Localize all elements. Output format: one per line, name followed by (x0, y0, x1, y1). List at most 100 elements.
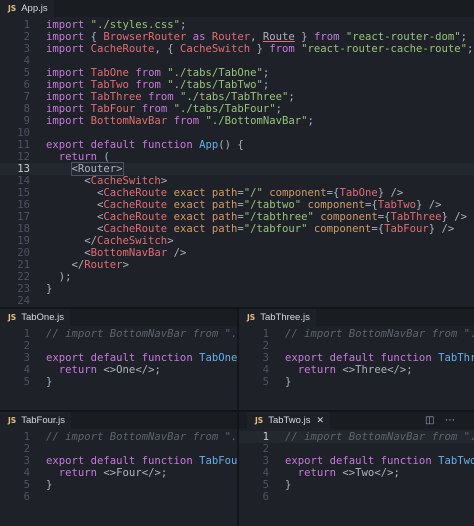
code-line[interactable]: 1 // import BottomNavBar from "../Bo (0, 431, 237, 443)
code-token: ); (46, 271, 72, 283)
line-number: 10 (17, 127, 30, 139)
code-area[interactable]: 1 // import BottomNavBar from "../Bo 23 exp… (0, 326, 237, 410)
code-line[interactable]: 5} (0, 376, 237, 388)
editor-pane-tabone[interactable]: JS TabOne.js 1 // import BottomNavBar fro… (0, 309, 237, 410)
code-line[interactable]: 3export default function TabTwo() (239, 455, 474, 467)
code-token: import (46, 67, 91, 79)
code-area[interactable]: 1 import "./styles.css"; 2 import { Browser… (0, 17, 474, 307)
code-line[interactable]: 5} (239, 376, 474, 388)
code-token: "/tabfour" (243, 223, 308, 235)
code-area[interactable]: 1 // import BottomNavBar from "../Bo 23 exp… (239, 429, 474, 526)
code-line[interactable]: 5} (239, 479, 474, 491)
code-token: { (90, 31, 104, 43)
code-token: component (262, 187, 327, 199)
code-line[interactable]: 19 </CacheSwitch> (0, 235, 474, 247)
code-line[interactable]: 7 import TabThree from "./tabs/TabThree"; (0, 91, 474, 103)
code-token: < (46, 211, 104, 223)
code-token: component (313, 211, 378, 223)
code-line[interactable]: 6 (0, 491, 237, 503)
code-token: TabOne (199, 352, 237, 364)
line-number: 2 (262, 443, 269, 455)
code-token: BottomNavBar (90, 247, 168, 259)
line-number: 20 (17, 247, 30, 259)
code-line[interactable]: 15 <CacheRoute exact path="/" component=… (0, 187, 474, 199)
split-editor-icon[interactable]: ◫ (425, 415, 434, 426)
code-line[interactable]: 8 import TabFour from "./tabs/TabFour"; (0, 103, 474, 115)
code-line[interactable]: 12 return ( (0, 151, 474, 163)
code-line[interactable]: 4 return <>Two</>; (239, 467, 474, 479)
editor-pane-tabtwo[interactable]: JS TabTwo.js ✕ ◫ ⋯ 1 // import BottomNavB… (239, 412, 474, 526)
code-token: BottomNavBar (90, 115, 168, 127)
code-token: from (167, 115, 206, 127)
code-token: ; (262, 67, 270, 79)
code-line[interactable]: 14 <CacheSwitch> (0, 175, 474, 187)
code-token: <>Four</>; (97, 467, 168, 479)
js-file-icon: JS (8, 4, 17, 13)
more-icon[interactable]: ⋯ (445, 415, 455, 426)
code-token: <>Three</>; (336, 364, 413, 376)
code-line[interactable]: 16 <CacheRoute exact path="/tabtwo" comp… (0, 199, 474, 211)
code-line[interactable]: 1 // import BottomNavBar from "../Bo (0, 328, 237, 340)
tab-bar: JS TabOne.js (0, 309, 237, 326)
code-line[interactable]: 3export default function TabThree() (239, 352, 474, 364)
code-line[interactable]: 3export default function TabOne() { (0, 352, 237, 364)
tab-app-js[interactable]: JS App.js (0, 0, 54, 17)
code-line[interactable]: 21 </Router> (0, 259, 474, 271)
code-line[interactable]: 22 ); (0, 271, 474, 283)
code-line[interactable]: 18 <CacheRoute exact path="/tabfour" com… (0, 223, 474, 235)
code-line[interactable]: 2 import { BrowserRouter as Router, Route… (0, 31, 474, 43)
code-line[interactable]: 2 (0, 443, 237, 455)
code-line[interactable]: 24 (0, 295, 474, 307)
code-line[interactable]: 6 (239, 491, 474, 503)
code-line[interactable]: 3 import CacheRoute, { CacheSwitch } from… (0, 43, 474, 55)
code-line[interactable]: 4 return <>Four</>; (0, 467, 237, 479)
tab-tabthree-js[interactable]: JS TabThree.js (239, 309, 316, 326)
code-line[interactable]: 2 (0, 340, 237, 352)
tab-tabone-js[interactable]: JS TabOne.js (0, 309, 70, 326)
tab-tabfour-js[interactable]: JS TabFour.js (0, 412, 72, 429)
code-line[interactable]: 20 <BottomNavBar /> (0, 247, 474, 259)
code-token: /> (167, 247, 187, 259)
code-line[interactable]: 5} (0, 479, 237, 491)
code-line[interactable]: 9 import BottomNavBar from "./BottomNavBa… (0, 115, 474, 127)
code-line[interactable]: 10 (0, 127, 474, 139)
code-token: < (46, 175, 91, 187)
code-line[interactable]: 6 import TabTwo from "./tabs/TabTwo"; (0, 79, 474, 91)
code-token: // import BottomNavBar from "../Bo (285, 328, 474, 340)
code-line[interactable]: 23} (0, 283, 474, 295)
code-line[interactable]: 2 (239, 443, 474, 455)
editor-pane-app[interactable]: JS App.js 1 import "./styles.css"; 2 import… (0, 0, 474, 307)
code-token: , { (154, 43, 180, 55)
code-line[interactable]: 2 (239, 340, 474, 352)
code-line[interactable]: 1 // import BottomNavBar from "../Bo (239, 328, 474, 340)
code-line[interactable]: 13 <Router> (0, 162, 474, 176)
code-token: } (46, 283, 53, 295)
code-token: TabTwo (377, 199, 416, 211)
code-line[interactable]: 1 // import BottomNavBar from "../Bo (239, 431, 474, 443)
code-line[interactable]: 17 <CacheRoute exact path="/tabthree" co… (0, 211, 474, 223)
code-token: TabThree (90, 91, 142, 103)
close-icon[interactable]: ✕ (316, 415, 324, 426)
line-number: 23 (17, 283, 30, 295)
code-line[interactable]: 1 import "./styles.css"; (0, 19, 474, 31)
code-token: "./styles.css" (90, 19, 180, 31)
code-token: TabTwo (438, 455, 474, 467)
code-token: Route (262, 31, 295, 43)
code-token: return (58, 151, 98, 163)
code-line[interactable]: 4 (0, 55, 474, 67)
code-line[interactable]: 3export default function TabFour() (0, 455, 237, 467)
code-line[interactable]: 4 return <>One</>; (0, 364, 237, 376)
line-number: 3 (23, 455, 30, 467)
editor-pane-tabfour[interactable]: JS TabFour.js 1 // import BottomNavBar fr… (0, 412, 237, 526)
line-number: 19 (17, 235, 30, 247)
editor-pane-tabthree[interactable]: JS TabThree.js 1 // import BottomNavBar f… (239, 309, 474, 410)
code-line[interactable]: 4 return <>Three</>; (239, 364, 474, 376)
tab-tabtwo-js[interactable]: JS TabTwo.js ✕ (247, 412, 330, 429)
line-number: 15 (17, 187, 30, 199)
code-token: TabThree (390, 211, 442, 223)
code-area[interactable]: 1 // import BottomNavBar from "../Bo 23 exp… (239, 326, 474, 410)
code-line[interactable]: 11 export default function App() { (0, 139, 474, 151)
code-line[interactable]: 5 import TabOne from "./tabs/TabOne"; (0, 67, 474, 79)
code-area[interactable]: 1 // import BottomNavBar from "../Bo 23 exp… (0, 429, 237, 526)
